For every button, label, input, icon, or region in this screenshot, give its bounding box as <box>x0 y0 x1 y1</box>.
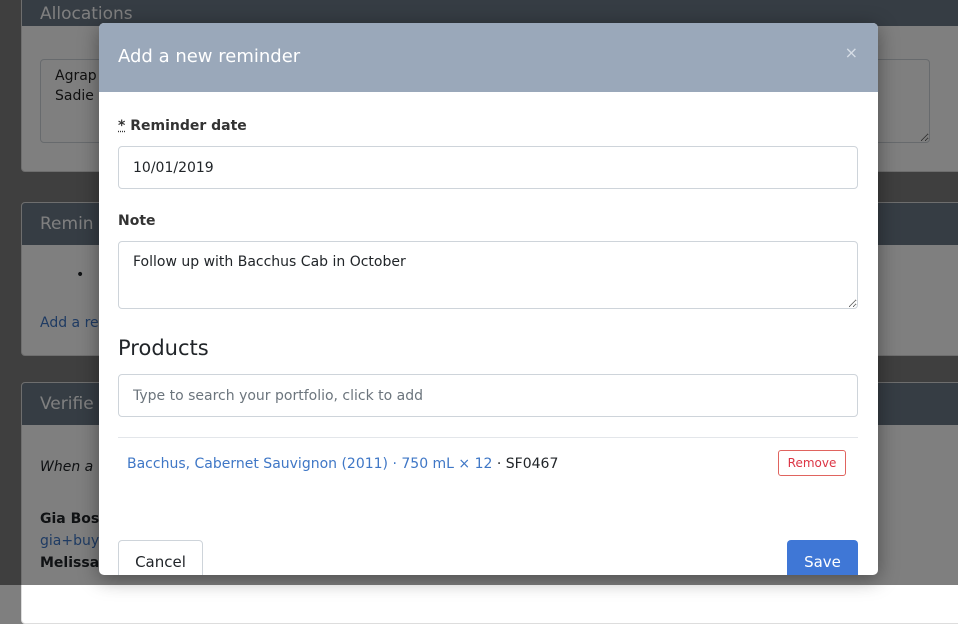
reminder-date-input[interactable] <box>118 146 858 189</box>
product-search-input[interactable] <box>118 374 858 417</box>
products-divider <box>118 437 858 438</box>
reminder-date-label-text: Reminder date <box>130 118 247 134</box>
note-textarea[interactable]: Follow up with Bacchus Cab in October <box>118 241 858 309</box>
allocations-line-1: Agrap <box>55 68 97 84</box>
note-label: Note <box>118 213 156 229</box>
remove-product-button[interactable]: Remove <box>778 450 846 476</box>
product-item: Bacchus, Cabernet Sauvignon (2011) · 750… <box>127 456 558 472</box>
save-button[interactable]: Save <box>787 540 858 575</box>
close-icon[interactable]: × <box>845 43 858 62</box>
modal-title: Add a new reminder <box>118 46 301 67</box>
product-link[interactable]: Bacchus, Cabernet Sauvignon (2011) · 750… <box>127 456 492 472</box>
product-sku: SF0467 <box>505 456 559 472</box>
add-reminder-modal: Add a new reminder × * Reminder date Not… <box>99 23 878 575</box>
product-separator: · <box>496 456 506 472</box>
reminder-date-label: * Reminder date <box>118 118 247 134</box>
footer-divider <box>118 520 858 521</box>
required-mark: * <box>118 118 126 134</box>
products-title: Products <box>118 336 209 360</box>
allocations-textarea-text: Agrap Sadie <box>55 66 97 106</box>
cancel-button[interactable]: Cancel <box>118 540 203 575</box>
modal-header: Add a new reminder × <box>99 23 878 92</box>
allocations-line-2: Sadie <box>55 88 94 104</box>
